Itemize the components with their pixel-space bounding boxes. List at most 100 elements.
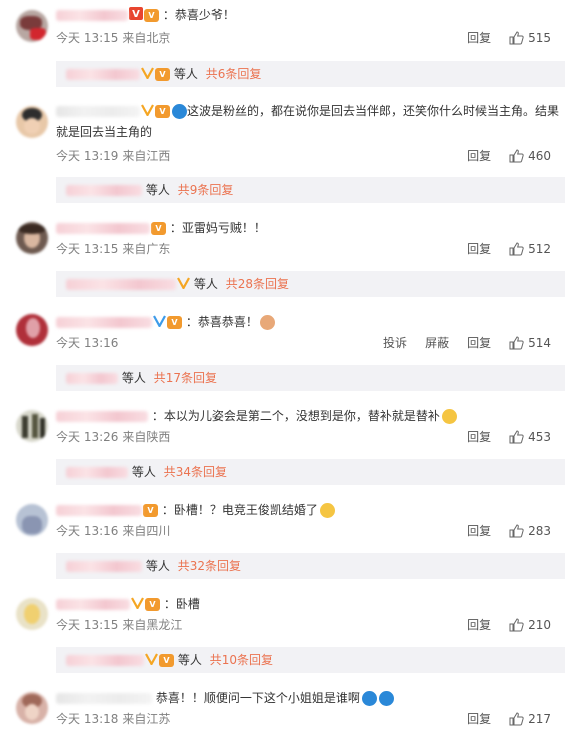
reply-button[interactable]: 回复: [467, 147, 491, 165]
reply-others-label: 等人: [177, 653, 202, 667]
comment-text: ：恭喜恭喜！: [185, 315, 258, 329]
username[interactable]: [56, 106, 140, 117]
thumbs-up-icon: [509, 712, 524, 726]
thumbs-up-icon: [509, 31, 524, 45]
reply-username[interactable]: [66, 69, 140, 80]
reply-count-link[interactable]: 共17条回复: [154, 371, 217, 385]
reply-button[interactable]: 回复: [467, 710, 491, 728]
report-button[interactable]: 投诉: [383, 334, 407, 352]
reply-button[interactable]: 回复: [467, 334, 491, 352]
thumbs-up-icon: [509, 242, 524, 256]
comment-item: 恭喜！！顺便问一下这个小姐姐是谁啊 今天 13:18 来自江苏 回复 217: [0, 678, 579, 741]
like-count: 514: [528, 336, 551, 350]
username[interactable]: [56, 10, 128, 21]
username[interactable]: [56, 223, 150, 234]
reply-count-link[interactable]: 共28条回复: [226, 277, 289, 291]
reply-count-link[interactable]: 共10条回复: [210, 653, 273, 667]
comment-line: ꓦ ：卧槽: [56, 594, 565, 615]
reply-count-link[interactable]: 共6条回复: [206, 67, 262, 81]
reply-button[interactable]: 回复: [467, 240, 491, 258]
comment-item: Vꓦ ：恭喜少爷！ 今天 13:15 来自北京 回复 515 ꓦ 等人 共6条回复: [0, 0, 579, 94]
username[interactable]: [56, 411, 148, 422]
thumbs-up-icon: [509, 336, 524, 350]
like-button[interactable]: 512: [509, 240, 551, 258]
reply-button[interactable]: 回复: [467, 428, 491, 446]
like-button[interactable]: 210: [509, 616, 551, 634]
reply-summary[interactable]: 等人 共32条回复: [56, 553, 565, 579]
comment-meta: 今天 13:15 来自广东 回复 512: [56, 240, 565, 258]
timestamp: 今天 13:26: [56, 430, 119, 444]
comment-meta: 今天 13:18 来自江苏 回复 217: [56, 710, 565, 728]
reply-summary[interactable]: ꓦ 等人 共6条回复: [56, 61, 565, 87]
thumbs-up-icon: [509, 618, 524, 632]
location: 来自陕西: [122, 430, 171, 444]
timestamp: 今天 13:16: [56, 336, 119, 350]
timestamp: 今天 13:15: [56, 618, 119, 632]
avatar[interactable]: [16, 314, 48, 346]
avatar[interactable]: [16, 222, 48, 254]
avatar[interactable]: [16, 692, 48, 724]
like-count: 453: [528, 430, 551, 444]
comment-meta: 今天 13:16 投诉 屏蔽 回复 514: [56, 334, 565, 352]
reply-username[interactable]: [66, 185, 142, 196]
like-button[interactable]: 460: [509, 147, 551, 165]
comment-line: ꓦ ：亚雷妈亏贼！！: [56, 218, 565, 238]
like-button[interactable]: 515: [509, 29, 551, 47]
comment-line: ꓦ 这波是粉丝的，都在说你是回去当伴郎，还笑你什么时候当主角。结果就是回去当主角的: [56, 101, 565, 142]
verified-badge-icon: [141, 62, 154, 88]
username[interactable]: [56, 693, 152, 704]
reply-username[interactable]: [66, 655, 144, 666]
comment-meta: 今天 13:15 来自黑龙江 回复 210: [56, 616, 565, 634]
comment-item: ꓦ ：卧槽 今天 13:15 来自黑龙江 回复 210 ꓦ 等人 共10条回复: [0, 584, 579, 678]
reply-summary[interactable]: 等人 共34条回复: [56, 459, 565, 485]
timestamp: 今天 13:19: [56, 149, 119, 163]
reply-username[interactable]: [66, 279, 176, 290]
vip-badge-icon: ꓦ: [159, 654, 174, 667]
like-count: 217: [528, 712, 551, 726]
reply-others-label: 等人: [173, 67, 198, 81]
reply-summary[interactable]: ꓦ 等人 共10条回复: [56, 647, 565, 673]
reply-button[interactable]: 回复: [467, 29, 491, 47]
username[interactable]: [56, 599, 130, 610]
reply-summary[interactable]: 等人 共9条回复: [56, 177, 565, 203]
verified-badge-icon: [145, 648, 158, 674]
reply-count-link[interactable]: 共32条回复: [178, 559, 241, 573]
reply-button[interactable]: 回复: [467, 616, 491, 634]
location: 来自四川: [122, 524, 171, 538]
comment-item: ꓦ ：亚雷妈亏贼！！ 今天 13:15 来自广东 回复 512 等人 共28条回复: [0, 208, 579, 302]
like-button[interactable]: 217: [509, 710, 551, 728]
comment-meta: 今天 13:19 来自江西 回复 460: [56, 147, 565, 165]
reply-username[interactable]: [66, 373, 118, 384]
location: 来自江西: [122, 149, 171, 163]
thumbs-up-icon: [509, 524, 524, 538]
comment-text: 恭喜！！顺便问一下这个小姐姐是谁啊: [155, 691, 360, 705]
reply-others-label: 等人: [145, 559, 170, 573]
reply-summary[interactable]: 等人 共17条回复: [56, 365, 565, 391]
timestamp: 今天 13:15: [56, 31, 119, 45]
location: 来自广东: [122, 242, 171, 256]
comment-text: ：恭喜少爷！: [162, 8, 235, 22]
vip-badge-icon: ꓦ: [155, 105, 170, 118]
doraemon-emoji-icon: [378, 691, 394, 706]
reply-username[interactable]: [66, 561, 142, 572]
avatar[interactable]: [16, 106, 48, 138]
vip-badge-icon: ꓦ: [144, 9, 159, 22]
doraemon-emoji-icon: [361, 691, 377, 706]
avatar[interactable]: [16, 598, 48, 630]
reply-username[interactable]: [66, 467, 128, 478]
reply-count-link[interactable]: 共9条回复: [178, 183, 234, 197]
reply-count-link[interactable]: 共34条回复: [164, 465, 227, 479]
username[interactable]: [56, 317, 152, 328]
like-count: 512: [528, 242, 551, 256]
avatar[interactable]: [16, 504, 48, 536]
username[interactable]: [56, 505, 142, 516]
like-button[interactable]: 283: [509, 522, 551, 540]
avatar[interactable]: [16, 410, 48, 442]
block-button[interactable]: 屏蔽: [425, 334, 449, 352]
avatar[interactable]: [16, 10, 48, 42]
like-button[interactable]: 514: [509, 334, 551, 352]
reply-button[interactable]: 回复: [467, 522, 491, 540]
verified-badge-icon: [131, 595, 144, 615]
like-button[interactable]: 453: [509, 428, 551, 446]
reply-summary[interactable]: 等人 共28条回复: [56, 271, 565, 297]
